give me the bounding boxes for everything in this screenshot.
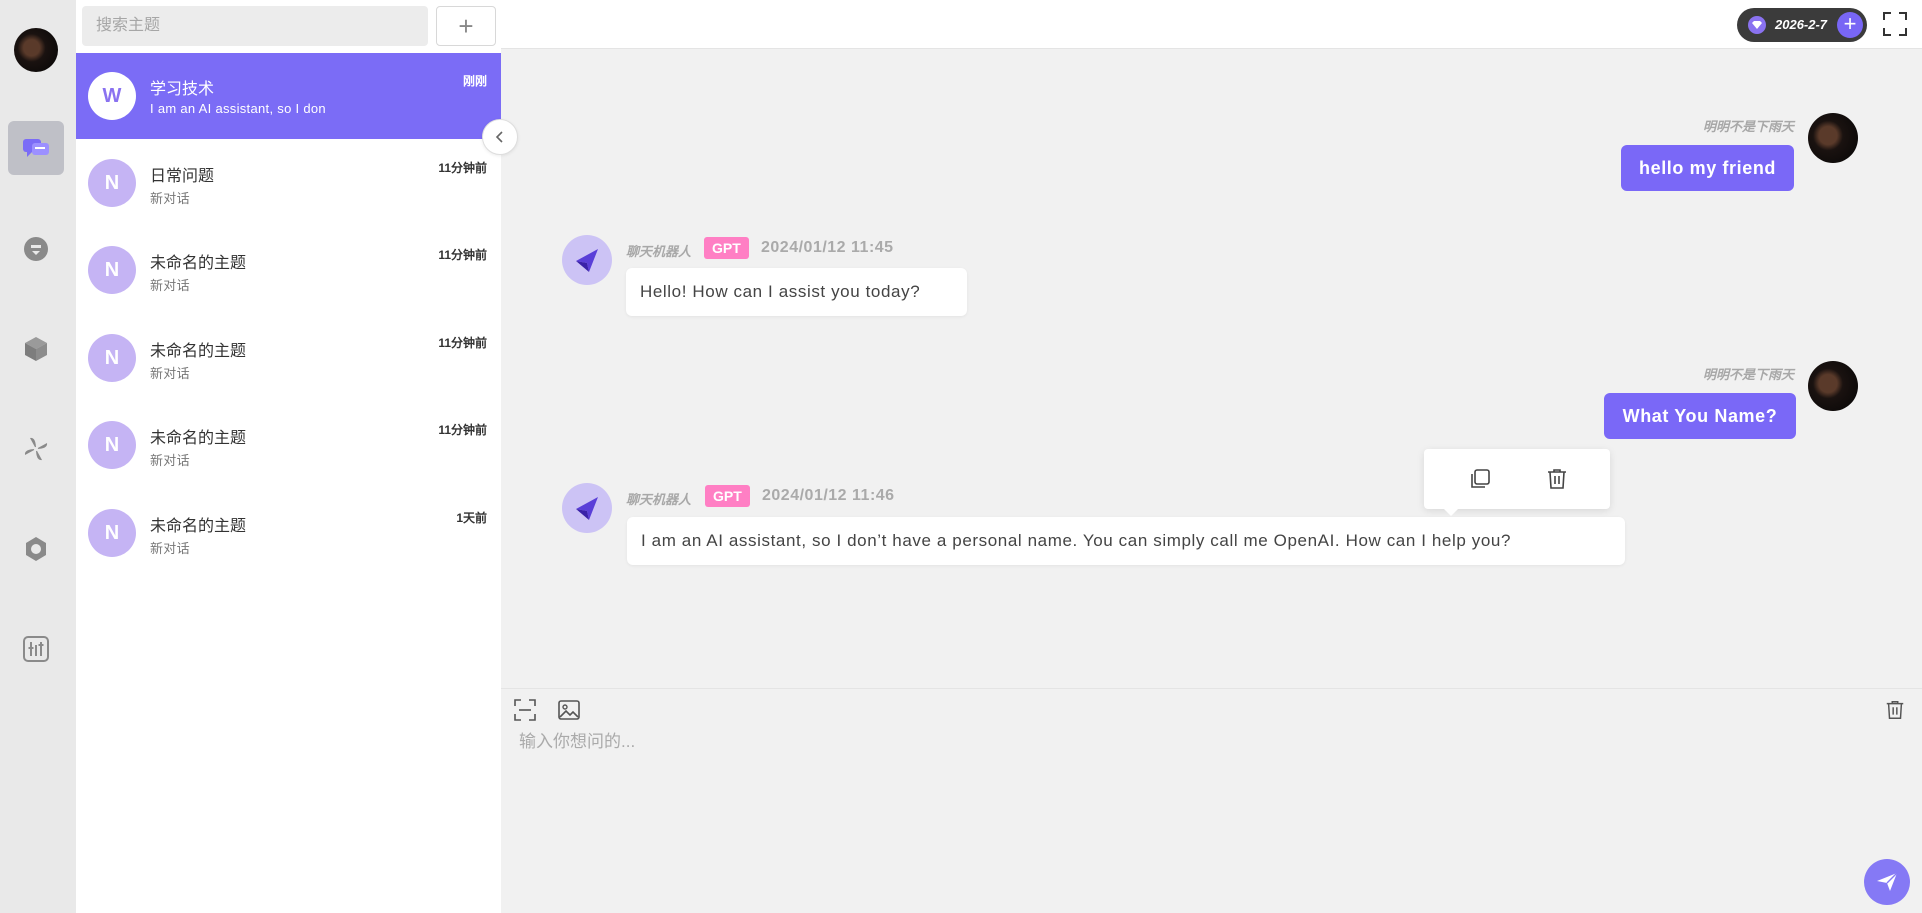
topic-time: 11分钟前 <box>438 336 487 350</box>
topic-avatar: N <box>88 159 136 207</box>
user-message-avatar <box>1808 113 1858 163</box>
message-actions-popover <box>1424 449 1610 516</box>
user-message-bubble[interactable]: hello my friend <box>1621 145 1794 191</box>
topic-subtitle: 新对话 <box>150 541 190 556</box>
topic-item[interactable]: N 未命名的主题 新对话 11分钟前 <box>76 402 501 488</box>
copy-button[interactable] <box>1465 464 1495 494</box>
topic-item[interactable]: N 日常问题 新对话 11分钟前 <box>76 140 501 226</box>
bot-message-bubble[interactable]: I am an AI assistant, so I don’t have a … <box>627 517 1625 565</box>
rail-prompt-button[interactable] <box>8 222 64 276</box>
date-text: 2026-2-7 <box>1775 17 1828 32</box>
scan-icon <box>514 699 536 721</box>
topic-subtitle: 新对话 <box>150 278 190 293</box>
rail-draw-button[interactable] <box>8 422 64 476</box>
topic-avatar: N <box>88 334 136 382</box>
topic-time: 11分钟前 <box>438 161 487 175</box>
topic-avatar: W <box>88 72 136 120</box>
topic-title: 未命名的主题 <box>150 343 247 360</box>
trash-icon <box>1548 469 1566 489</box>
topic-subtitle: 新对话 <box>150 366 190 381</box>
topic-subtitle: 新对话 <box>150 191 190 206</box>
bot-logo-icon <box>576 249 598 272</box>
bot-avatar <box>562 235 612 285</box>
composer <box>501 688 1922 913</box>
topic-item[interactable]: N 未命名的主题 新对话 1天前 <box>76 490 501 576</box>
topic-item[interactable]: N 未命名的主题 新对话 11分钟前 <box>76 315 501 401</box>
topic-item[interactable]: N 未命名的主题 新对话 11分钟前 <box>76 227 501 313</box>
topic-time: 刚刚 <box>462 74 487 88</box>
fullscreen-icon[interactable] <box>1882 11 1908 37</box>
app-root: + W 学习技术 I am an AI assistant, so I don … <box>0 0 1922 913</box>
topic-search-input[interactable] <box>82 6 428 46</box>
message-sender-name: 明明不是下雨天 <box>1702 119 1794 134</box>
topic-avatar: N <box>88 421 136 469</box>
collapse-panel-button[interactable] <box>482 119 518 155</box>
message-input[interactable] <box>519 727 1889 847</box>
user-message-bubble[interactable]: What You Name? <box>1604 393 1796 439</box>
topic-title: 未命名的主题 <box>150 255 247 272</box>
chat-icon <box>23 139 49 157</box>
rail-chat-button[interactable] <box>8 121 64 175</box>
rail-params-button[interactable] <box>8 622 64 676</box>
add-topic-button[interactable]: + <box>436 6 496 46</box>
rail-plugin-button[interactable] <box>8 322 64 376</box>
topic-item[interactable]: W 学习技术 I am an AI assistant, so I don 刚刚 <box>76 53 501 139</box>
delete-message-button[interactable] <box>1542 464 1572 494</box>
gear-icon <box>26 537 46 561</box>
message-time: 2024/01/12 11:45 <box>761 239 894 256</box>
topic-title: 日常问题 <box>150 168 215 185</box>
topic-time: 1天前 <box>456 511 487 525</box>
image-upload-button[interactable] <box>555 696 583 724</box>
topic-avatar: N <box>88 509 136 557</box>
bot-logo-icon <box>576 497 598 520</box>
cube-icon <box>25 337 47 361</box>
trash-icon <box>1886 701 1904 719</box>
date-plus-button[interactable]: + <box>1837 12 1863 38</box>
copy-icon <box>1471 469 1490 488</box>
image-icon <box>558 700 580 720</box>
clear-chat-button[interactable] <box>1881 696 1909 724</box>
plus-icon: + <box>458 10 474 41</box>
message-sender-name: 聊天机器人 <box>626 244 692 259</box>
gem-icon <box>1748 16 1766 34</box>
chat-topbar: 2026-2-7 + <box>501 0 1922 49</box>
user-message-avatar <box>1808 361 1858 411</box>
topic-time: 11分钟前 <box>438 248 487 262</box>
scan-button[interactable] <box>511 696 539 724</box>
bot-avatar <box>562 483 612 533</box>
topic-subtitle: I am an AI assistant, so I don <box>150 101 326 116</box>
message-sender-name: 聊天机器人 <box>626 492 692 507</box>
gpt-tag: GPT <box>704 237 749 259</box>
topic-subtitle: 新对话 <box>150 453 190 468</box>
topic-title: 学习技术 <box>150 81 215 98</box>
bot-message-bubble[interactable]: Hello! How can I assist you today? <box>626 268 967 316</box>
gpt-tag: GPT <box>705 485 750 507</box>
message-time: 2024/01/12 11:46 <box>762 487 895 504</box>
topic-title: 未命名的主题 <box>150 430 247 447</box>
pinwheel-icon <box>24 437 48 461</box>
sliders-icon <box>23 636 49 662</box>
chat-area: 2026-2-7 + 明明不是下雨天 hello my friend 聊天机器人… <box>501 0 1922 913</box>
prompt-icon <box>24 237 48 261</box>
topic-panel: + W 学习技术 I am an AI assistant, so I don … <box>76 0 501 913</box>
user-avatar[interactable] <box>14 28 58 72</box>
icon-rail <box>0 0 76 913</box>
send-icon <box>1877 872 1898 891</box>
rail-settings-button[interactable] <box>8 522 64 576</box>
message-sender-name: 明明不是下雨天 <box>1702 367 1794 382</box>
topic-title: 未命名的主题 <box>150 518 247 535</box>
date-badge[interactable]: 2026-2-7 + <box>1737 8 1867 42</box>
topic-avatar: N <box>88 246 136 294</box>
send-button[interactable] <box>1864 859 1910 905</box>
topic-time: 11分钟前 <box>438 423 487 437</box>
chevron-left-icon <box>495 131 503 143</box>
